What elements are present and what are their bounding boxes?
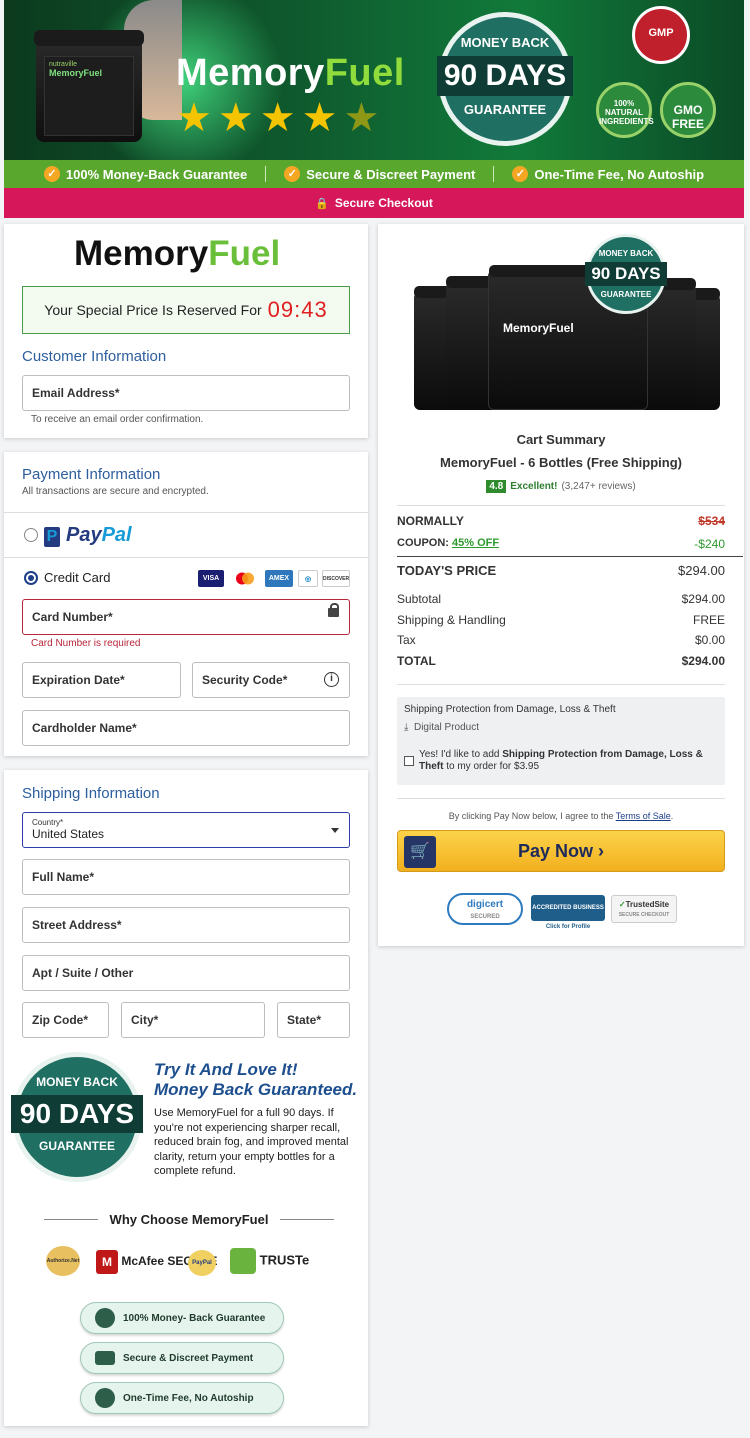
cart-summary-title: Cart Summary — [516, 432, 606, 447]
terms-link[interactable]: Terms of Sale — [616, 811, 671, 821]
rating-summary: 4.8 Excellent! (3,247+ reviews) — [378, 480, 744, 493]
product-jar: nutraville MemoryFuel — [34, 30, 144, 142]
box-icon — [95, 1388, 115, 1408]
rating-stars: ★★★★★ — [176, 96, 386, 140]
gmo-free-seal: GMO FREE — [660, 82, 716, 138]
payment-subtitle: All transactions are secure and encrypte… — [22, 486, 209, 497]
zip-field[interactable]: Zip Code* — [22, 1002, 109, 1038]
paypal-icon: P — [44, 527, 60, 547]
email-hint: To receive an email order confirmation. — [31, 414, 204, 425]
trust-bar: ✓ 100% Money-Back Guarantee ✓ Secure & Dis… — [4, 160, 744, 188]
paypal-logo[interactable]: P PayPal — [44, 524, 132, 547]
paypal-radio[interactable] — [24, 528, 38, 542]
info-icon[interactable]: i — [324, 672, 339, 687]
shipping-info-title: Shipping Information — [22, 785, 160, 802]
pay-now-button[interactable]: 🛒 Pay Now › — [397, 830, 725, 872]
seal-icon — [95, 1308, 115, 1328]
todays-price-row: TODAY'S PRICE $294.00 — [397, 563, 725, 578]
full-name-field[interactable]: Full Name* — [22, 859, 350, 895]
chevron-right-icon: › — [598, 840, 605, 861]
authorize-net-logo: Authorize.Net — [46, 1246, 80, 1276]
money-back-seal: MONEY BACK 90 DAYS GUARANTEE — [585, 234, 667, 314]
normally-row: NORMALLY $534 — [397, 514, 725, 528]
terms-notice: By clicking Pay Now below, I agree to th… — [448, 811, 674, 821]
bbb-badge[interactable]: ACCREDITED BUSINESS — [531, 895, 605, 921]
protection-title: Shipping Protection from Damage, Loss & … — [404, 704, 616, 715]
card-error: Card Number is required — [31, 638, 141, 649]
tax-row: Tax $0.00 — [397, 633, 725, 647]
one-time-fee-pill: One-Time Fee, No Autoship — [80, 1382, 284, 1414]
lock-icon — [328, 603, 339, 617]
secure-payment-pill: Secure & Discreet Payment — [80, 1342, 284, 1374]
discover-icon: DISCOVER — [322, 570, 350, 587]
money-back-seal: MONEY BACK 90 DAYS GUARANTEE — [11, 1052, 143, 1182]
email-field[interactable]: Email Address* — [22, 375, 350, 411]
protection-checkbox[interactable] — [404, 756, 414, 766]
cart-icon: 🛒 — [404, 836, 436, 868]
chevron-down-icon — [331, 828, 339, 833]
hero-banner: nutraville MemoryFuel MemoryFuel ★★★★★ MO… — [4, 0, 744, 160]
coupon-row: COUPON: 45% OFF -$240 — [397, 537, 725, 551]
paypal-seal: PayPal — [188, 1250, 216, 1276]
subtotal-row: Subtotal $294.00 — [397, 592, 725, 606]
country-select[interactable]: Country* United States — [22, 812, 350, 848]
digital-product: ⤓ Digital Product — [404, 722, 480, 733]
trustedsite-badge[interactable]: ✓TrustedSite SECURE CHECKOUT — [611, 895, 677, 923]
product-name: MemoryFuel - 6 Bottles (Free Shipping) — [440, 455, 682, 470]
digicert-badge[interactable]: digicert SECURED — [447, 893, 523, 925]
customer-info-title: Customer Information — [22, 348, 167, 365]
payment-info-title: Payment Information — [22, 466, 161, 483]
mastercard-icon — [232, 570, 258, 587]
credit-card-label[interactable]: Credit Card — [44, 570, 110, 585]
download-icon: ⤓ — [404, 722, 409, 733]
check-icon: ✓ — [43, 166, 60, 182]
card-number-field[interactable]: Card Number* — [22, 599, 350, 635]
lock-icon: 🔒 — [315, 197, 329, 210]
diners-icon: ◎ — [298, 570, 318, 587]
hero-brand-name: MemoryFuel — [176, 52, 405, 94]
bbb-profile-link[interactable]: Click for Profile — [531, 924, 605, 930]
countdown: 09:43 — [267, 297, 328, 322]
city-field[interactable]: City* — [121, 1002, 265, 1038]
expiration-field[interactable]: Expiration Date* — [22, 662, 181, 698]
gmp-seal: GMP — [632, 6, 690, 64]
visa-icon: VISA — [198, 570, 224, 587]
card-icon — [95, 1351, 115, 1365]
guarantee-text: Use MemoryFuel for a full 90 days. If yo… — [154, 1107, 349, 1177]
shipping-row: Shipping & Handling FREE — [397, 613, 725, 627]
guarantee-headline: Try It And Love It! Money Back Guaranteed… — [154, 1060, 358, 1099]
security-code-field[interactable]: Security Code* i — [192, 662, 350, 698]
protection-offer[interactable]: Yes! I'd like to add Shipping Protection… — [419, 749, 719, 773]
check-icon: ✓ — [284, 166, 301, 182]
secure-checkout-bar: 🔒 Secure Checkout — [4, 188, 744, 218]
why-choose-heading: Why Choose MemoryFuel — [44, 1212, 335, 1227]
natural-seal: 100% NATURAL INGREDIENTS — [596, 82, 654, 138]
truste-logo: TRUSTe — [230, 1248, 309, 1274]
money-back-seal: MONEY BACK 90 DAYS GUARANTEE — [437, 12, 573, 146]
cardholder-field[interactable]: Cardholder Name* — [22, 710, 350, 746]
check-icon: ✓ — [512, 166, 529, 182]
apt-field[interactable]: Apt / Suite / Other — [22, 955, 350, 991]
total-row: TOTAL $294.00 — [397, 654, 725, 668]
product-bottles-image: MemoryFuel — [414, 265, 720, 410]
credit-card-radio[interactable] — [24, 571, 38, 585]
state-field[interactable]: State* — [277, 1002, 350, 1038]
reservation-timer: Your Special Price Is Reserved For 09:43 — [22, 286, 350, 334]
amex-icon: AMEX — [265, 570, 293, 587]
guarantee-pill: 100% Money- Back Guarantee — [80, 1302, 284, 1334]
street-field[interactable]: Street Address* — [22, 907, 350, 943]
brand-logo: MemoryFuel — [74, 234, 281, 273]
